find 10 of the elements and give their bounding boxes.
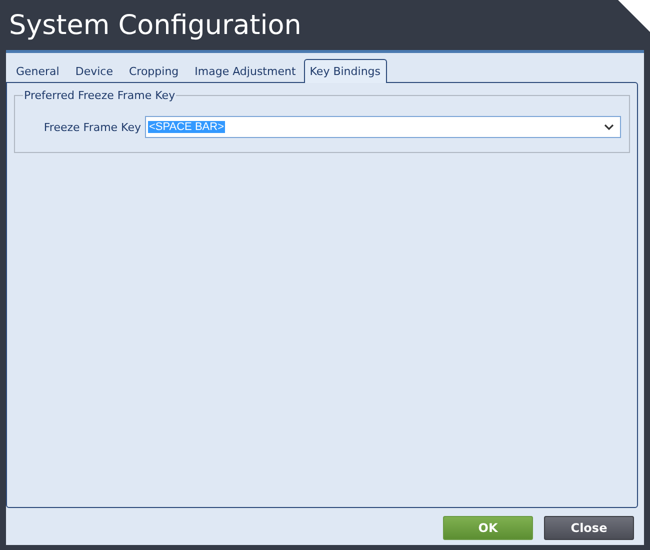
chevron-down-icon: [604, 124, 614, 130]
tab[interactable]: General: [8, 61, 68, 82]
tab[interactable]: Device: [67, 61, 121, 82]
tab[interactable]: Cropping: [120, 61, 187, 82]
tab[interactable]: Image Adjustment: [186, 61, 304, 82]
group-title: Preferred Freeze Frame Key: [23, 89, 176, 102]
field-label: Freeze Frame Key: [42, 120, 141, 134]
close-button[interactable]: Close: [544, 516, 634, 540]
window-title: System Configuration: [9, 10, 302, 40]
tab[interactable]: Key Bindings: [304, 59, 387, 83]
